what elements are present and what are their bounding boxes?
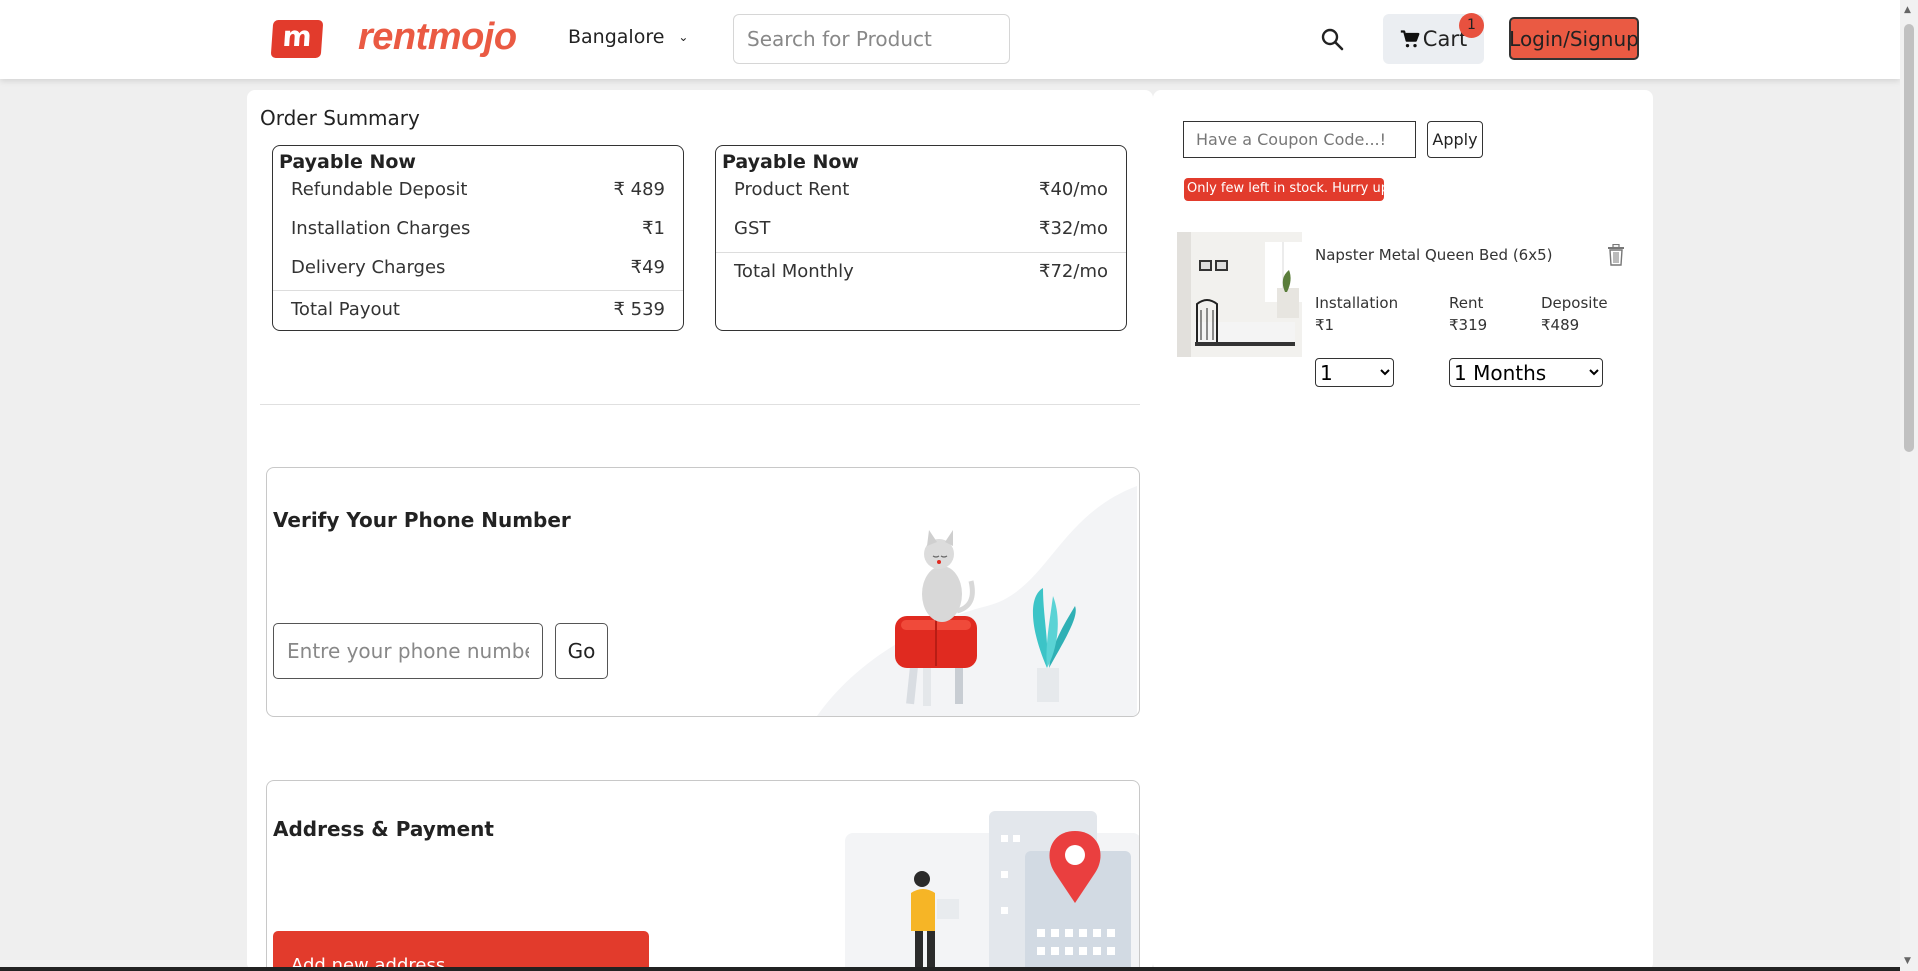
page-scrollbar[interactable]: ▲ ▼ — [1900, 0, 1918, 971]
deposit-label: Deposite — [1541, 294, 1608, 312]
go-button[interactable]: Go — [555, 623, 608, 679]
cat-chair-illustration — [817, 486, 1137, 716]
apply-coupon-button[interactable]: Apply — [1427, 121, 1483, 158]
city-selector[interactable]: Bangalore ⌄ — [568, 26, 688, 48]
pay-row-installation: Installation Charges ₹1 — [291, 213, 665, 243]
bottom-edge-bar — [0, 967, 1900, 971]
deposit-value: ₹489 — [1541, 316, 1580, 334]
rent-info: Rent ₹319 — [1449, 292, 1487, 336]
pay-row-label: Installation Charges — [291, 217, 471, 239]
search-input[interactable] — [733, 14, 1010, 64]
payable-monthly-title: Payable Now — [722, 151, 859, 173]
address-payment-card: Address & Payment Add new address — [266, 780, 1140, 971]
search-icon[interactable] — [1320, 27, 1344, 51]
installation-label: Installation — [1315, 294, 1399, 312]
logo-text[interactable]: rentmojo — [358, 16, 517, 59]
site-header: m rentmojo Bangalore ⌄ Cart 1 Login/Sign… — [0, 0, 1900, 79]
product-name[interactable]: Napster Metal Queen Bed (6x5) — [1315, 246, 1553, 264]
payable-monthly-box: Payable Now Product Rent ₹40/mo GST ₹32/… — [715, 145, 1127, 331]
logo-icon[interactable]: m — [270, 20, 324, 58]
bed-product-picture — [1177, 232, 1302, 357]
cart-icon — [1400, 30, 1420, 48]
pay-row-label: Delivery Charges — [291, 256, 446, 278]
scrollbar-thumb[interactable] — [1904, 24, 1914, 452]
coupon-code-input[interactable] — [1183, 121, 1416, 158]
pay-total-value: ₹ 539 — [613, 299, 665, 320]
quantity-select[interactable]: 1 — [1315, 358, 1394, 387]
pay-row-gst: GST ₹32/mo — [734, 213, 1108, 243]
low-stock-badge: Only few left in stock. Hurry up! — [1184, 178, 1394, 201]
scroll-down-arrow-icon[interactable]: ▼ — [1904, 956, 1911, 966]
delivery-location-illustration — [845, 811, 1139, 971]
pay-row-label: Product Rent — [734, 178, 850, 200]
cart-count-badge: 1 — [1459, 13, 1484, 38]
deposit-info: Deposite ₹489 — [1541, 292, 1608, 336]
chevron-down-icon: ⌄ — [678, 30, 689, 44]
pay-row-value: ₹32/mo — [1039, 217, 1108, 239]
pay-row-total: Total Payout ₹ 539 — [273, 290, 683, 328]
pay-row-delivery: Delivery Charges ₹49 — [291, 252, 665, 282]
pay-row-label: Refundable Deposit — [291, 178, 468, 200]
pay-row-deposit: Refundable Deposit ₹ 489 — [291, 174, 665, 204]
address-payment-title: Address & Payment — [273, 817, 494, 841]
pay-total-label: Total Payout — [291, 299, 400, 320]
pay-row-value: ₹1 — [642, 217, 665, 239]
pay-row-total-monthly: Total Monthly ₹72/mo — [716, 252, 1126, 290]
product-image[interactable] — [1177, 232, 1302, 357]
pay-row-value: ₹40/mo — [1039, 178, 1108, 200]
verify-phone-card: Verify Your Phone Number Go — [266, 467, 1140, 717]
order-summary-title: Order Summary — [260, 106, 420, 130]
pay-row-value: ₹49 — [630, 256, 665, 278]
installation-value: ₹1 — [1315, 316, 1335, 334]
city-label: Bangalore — [568, 26, 665, 48]
pay-row-rent: Product Rent ₹40/mo — [734, 174, 1108, 204]
pay-total-label: Total Monthly — [734, 261, 854, 282]
section-divider — [260, 404, 1140, 405]
verify-phone-title: Verify Your Phone Number — [273, 508, 571, 532]
installation-info: Installation ₹1 — [1315, 292, 1398, 336]
pay-total-value: ₹72/mo — [1039, 261, 1108, 282]
payable-now-box: Payable Now Refundable Deposit ₹ 489 Ins… — [272, 145, 684, 331]
phone-number-input[interactable] — [273, 623, 543, 679]
pay-row-value: ₹ 489 — [613, 178, 665, 200]
add-new-address-button[interactable]: Add new address — [273, 931, 649, 971]
tenure-select[interactable]: 1 Months — [1449, 358, 1603, 387]
cart-side-panel — [1153, 90, 1653, 971]
rent-value: ₹319 — [1449, 316, 1488, 334]
rent-label: Rent — [1449, 294, 1484, 312]
scroll-up-arrow-icon[interactable]: ▲ — [1904, 5, 1911, 15]
pay-row-label: GST — [734, 217, 771, 239]
login-signup-button[interactable]: Login/Signup — [1509, 17, 1639, 60]
payable-now-title: Payable Now — [279, 151, 416, 173]
trash-icon[interactable] — [1607, 244, 1625, 266]
